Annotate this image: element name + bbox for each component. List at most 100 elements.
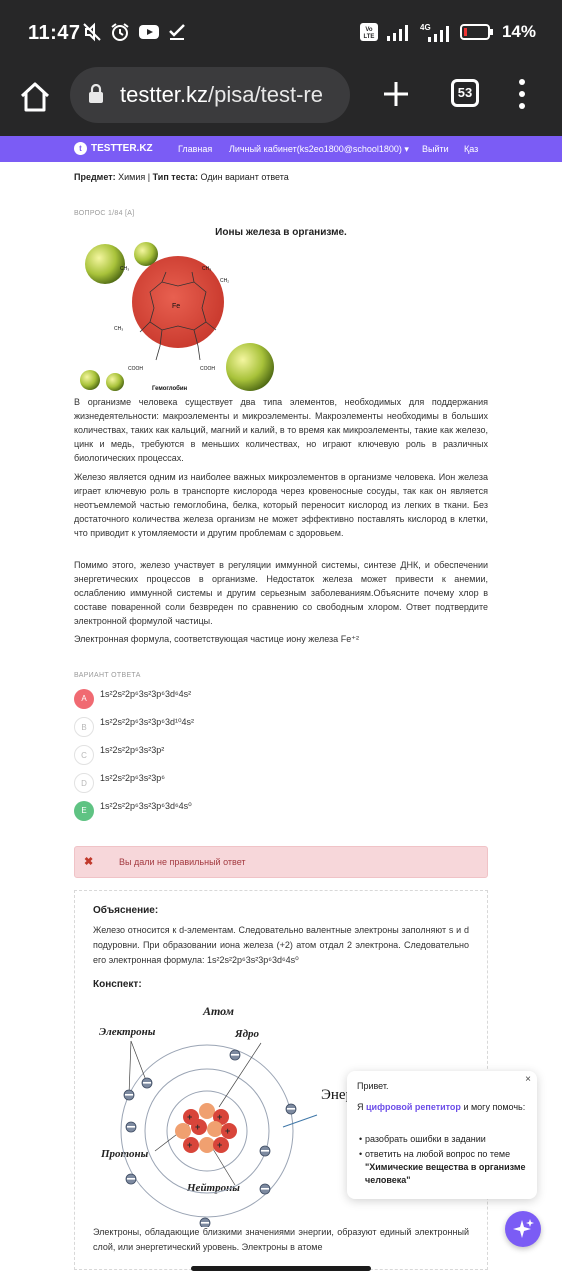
option-b[interactable]: B 1s²2s²2p⁶3s²3p⁶3d¹⁰4s² bbox=[74, 716, 374, 738]
electrons-label: Электроны bbox=[99, 1026, 156, 1038]
type-label: Тип теста: bbox=[152, 172, 198, 182]
meta-separator: | bbox=[147, 172, 151, 182]
url-bar[interactable]: testter.kz/pisa/test-re bbox=[70, 67, 350, 123]
error-icon: ✖ bbox=[84, 856, 94, 868]
svg-text:+: + bbox=[187, 1140, 192, 1150]
option-d-marker[interactable]: D bbox=[74, 773, 94, 793]
svg-text:CH₃: CH₃ bbox=[114, 326, 123, 332]
sparkle-icon bbox=[513, 1219, 534, 1238]
url-path: /pisa/test-re bbox=[208, 82, 323, 107]
svg-text:COOH: COOH bbox=[200, 366, 215, 372]
svg-text:Fe: Fe bbox=[172, 303, 180, 310]
option-c-marker[interactable]: C bbox=[74, 745, 94, 765]
test-meta: Предмет: Химия | Тип теста: Один вариант… bbox=[74, 172, 289, 182]
question-number: ВОПРОС 1/84 [A] bbox=[74, 210, 135, 217]
chat-item-topic: "Химические вещества в организме человек… bbox=[365, 1162, 526, 1185]
question-title: Ионы железа в организме. bbox=[215, 227, 347, 238]
result-alert: ✖ Вы дали не правильный ответ bbox=[74, 846, 488, 878]
logo-icon: t bbox=[74, 142, 87, 155]
subject-value: Химия bbox=[118, 172, 146, 182]
status-bar: 11:47 Vo LTE 4G 14% bbox=[0, 0, 562, 66]
svg-text:Vo: Vo bbox=[365, 27, 373, 33]
battery-icon bbox=[459, 24, 493, 40]
chat-intro-after: и могу помочь: bbox=[460, 1102, 526, 1112]
svg-text:COOH: COOH bbox=[128, 366, 143, 372]
chat-close-icon[interactable]: × bbox=[525, 1074, 531, 1085]
chat-capabilities: разобрать ошибки в задании ответить на л… bbox=[359, 1133, 535, 1189]
explanation-text: Железо относится к d-элементам. Следоват… bbox=[93, 925, 469, 965]
home-icon[interactable] bbox=[18, 80, 52, 114]
svg-text:+: + bbox=[187, 1112, 192, 1122]
url-host: testter.kz bbox=[120, 82, 209, 107]
question-paragraph-3: Помимо этого, железо участвует в регуляц… bbox=[74, 560, 488, 626]
option-d[interactable]: D 1s²2s²2p⁶3s²3p⁶ bbox=[74, 772, 374, 794]
svg-text:+: + bbox=[195, 1122, 200, 1132]
subject-label: Предмет: bbox=[74, 172, 116, 182]
svg-text:4G: 4G bbox=[420, 23, 431, 32]
nav-home[interactable]: Главная bbox=[178, 144, 212, 154]
question-prompt: Электронная формула, соответствующая час… bbox=[74, 634, 359, 644]
atom-label: Атом bbox=[202, 1004, 234, 1018]
option-a-marker[interactable]: A bbox=[74, 689, 94, 709]
option-d-text: 1s²2s²2p⁶3s²3p⁶ bbox=[100, 773, 165, 783]
hemoglobin-image: Fe CH₃ CH₃ CH₂ CH₃ COOH COOH Гемоглобин bbox=[80, 242, 274, 392]
option-c-text: 1s²2s²2p⁶3s²3p² bbox=[100, 745, 165, 755]
ai-assistant-button[interactable] bbox=[505, 1211, 541, 1247]
chat-intro: Я цифровой репетитор и могу помочь: bbox=[357, 1101, 527, 1114]
volte-icon: VoLTE bbox=[359, 23, 378, 41]
nav-language[interactable]: Қаз bbox=[464, 144, 478, 154]
svg-text:CH₃: CH₃ bbox=[202, 266, 211, 272]
lock-icon bbox=[89, 84, 103, 103]
chat-greeting: Привет. bbox=[357, 1081, 389, 1091]
check-icon bbox=[169, 24, 185, 40]
status-time: 11:47 bbox=[28, 22, 81, 44]
nucleus-label: Ядро bbox=[234, 1028, 260, 1040]
svg-text:+: + bbox=[217, 1112, 222, 1122]
explanation-title: Объяснение: bbox=[93, 905, 159, 916]
atom-diagram: Атом Электроны Ядро Протоны Нейтроны + +… bbox=[99, 1004, 318, 1227]
chat-tutor-link[interactable]: цифровой репетитор bbox=[366, 1102, 461, 1112]
site-logo[interactable]: t TESTTER.KZ bbox=[74, 142, 153, 155]
new-tab-icon[interactable] bbox=[380, 78, 412, 110]
tab-switcher-button[interactable]: 53 bbox=[451, 79, 479, 107]
gesture-bar bbox=[191, 1266, 371, 1271]
site-navbar: t TESTTER.KZ Главная Личный кабинет(ks2e… bbox=[0, 136, 562, 162]
chat-item-questions[interactable]: ответить на любой вопрос по теме "Химиче… bbox=[359, 1148, 535, 1187]
url-text: testter.kz/pisa/test-re bbox=[120, 82, 342, 108]
question-paragraph-1: В организме человека существует два типа… bbox=[74, 397, 488, 463]
type-value: Один вариант ответа bbox=[200, 172, 289, 182]
logo-text: TESTTER.KZ bbox=[91, 143, 153, 154]
option-c[interactable]: C 1s²2s²2p⁶3s²3p² bbox=[74, 744, 374, 766]
chat-item-errors[interactable]: разобрать ошибки в задании bbox=[359, 1133, 535, 1146]
image-caption: Гемоглобин bbox=[152, 385, 188, 392]
option-a-text: 1s²2s²2p⁶3s²3p⁶3d⁶4s² bbox=[100, 689, 192, 699]
nav-cabinet[interactable]: Личный кабинет(ks2eo1800@school1800) ▾ bbox=[229, 144, 409, 155]
tutor-chat-popup[interactable]: × Привет. Я цифровой репетитор и могу по… bbox=[347, 1071, 537, 1199]
svg-text:+: + bbox=[225, 1126, 230, 1136]
option-e-text: 1s²2s²2p⁶3s²3p⁶3d⁶4s⁰ bbox=[100, 801, 192, 811]
option-b-text: 1s²2s²2p⁶3s²3p⁶3d¹⁰4s² bbox=[100, 717, 195, 727]
question-paragraph-2: Железо является одним из наиболее важных… bbox=[74, 472, 488, 538]
svg-text:+: + bbox=[217, 1140, 222, 1150]
youtube-icon bbox=[139, 25, 159, 39]
svg-text:CH₃: CH₃ bbox=[120, 266, 129, 272]
chat-intro-before: Я bbox=[357, 1102, 366, 1112]
nav-logout[interactable]: Выйти bbox=[422, 144, 449, 154]
option-b-marker[interactable]: B bbox=[74, 717, 94, 737]
mute-icon bbox=[83, 22, 101, 42]
status-icons-left bbox=[82, 22, 186, 42]
browser-toolbar: testter.kz/pisa/test-re 53 bbox=[0, 66, 562, 136]
option-e-marker[interactable]: E bbox=[74, 801, 94, 821]
chat-item-questions-prefix: ответить на любой вопрос по теме bbox=[365, 1149, 511, 1159]
result-text: Вы дали не правильный ответ bbox=[119, 857, 246, 867]
variants-label: ВАРИАНТ ОТВЕТА bbox=[74, 672, 141, 679]
more-menu-icon[interactable] bbox=[512, 76, 532, 112]
alarm-icon bbox=[111, 23, 129, 41]
option-e[interactable]: E 1s²2s²2p⁶3s²3p⁶3d⁶4s⁰ bbox=[74, 800, 374, 822]
option-a[interactable]: A 1s²2s²2p⁶3s²3p⁶3d⁶4s² bbox=[74, 688, 374, 710]
explanation-bottom-text: Электроны, обладающие близкими значениям… bbox=[93, 1227, 469, 1252]
battery-percent: 14% bbox=[501, 22, 536, 41]
svg-text:CH₂: CH₂ bbox=[220, 278, 229, 284]
signal-icon bbox=[386, 25, 408, 41]
konspekt-title: Конспект: bbox=[93, 979, 142, 990]
